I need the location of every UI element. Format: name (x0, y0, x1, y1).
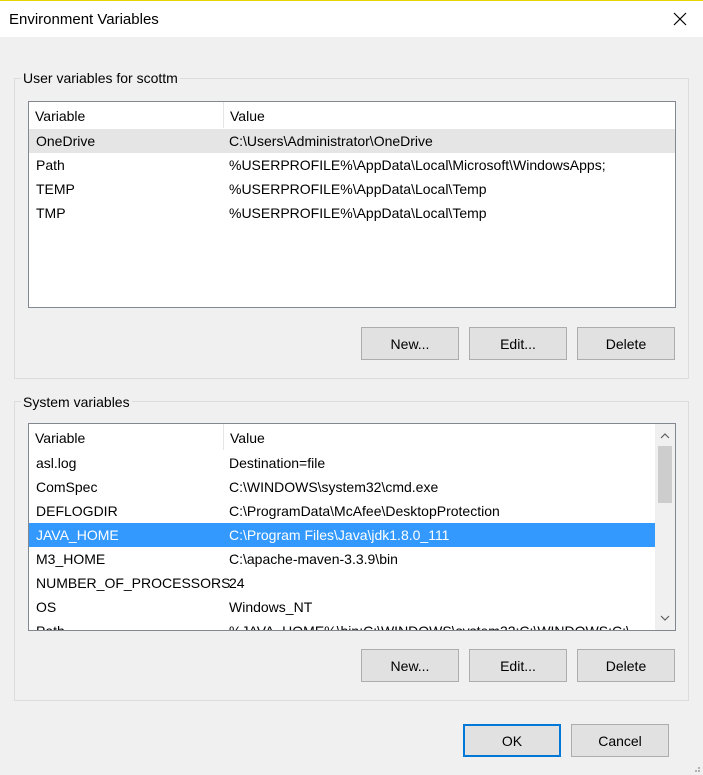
window-title: Environment Variables (9, 11, 159, 28)
table-row[interactable]: JAVA_HOME C:\Program Files\Java\jdk1.8.0_… (29, 523, 655, 547)
variable-value-cell: %USERPROFILE%\AppData\Local\Temp (229, 205, 487, 221)
user-edit-button[interactable]: Edit... (469, 327, 567, 360)
close-icon (673, 12, 687, 26)
table-row[interactable]: OS Windows_NT (29, 595, 655, 619)
user-list-rows: OneDrive C:\Users\Administrator\OneDrive P… (29, 129, 675, 225)
variable-value-cell: C:\ProgramData\McAfee\DesktopProtection (229, 503, 500, 519)
table-row[interactable]: TMP %USERPROFILE%\AppData\Local\Temp (29, 201, 675, 225)
user-variables-label: User variables for scottm (21, 70, 180, 86)
close-button[interactable] (657, 1, 703, 37)
system-list-rows: asl.log Destination=file ComSpec C:\WINDOWS… (29, 451, 655, 631)
variable-name-cell: Path (36, 623, 65, 631)
user-new-button[interactable]: New... (361, 327, 459, 360)
ok-button[interactable]: OK (463, 724, 561, 757)
column-header-variable[interactable]: Variable (29, 102, 224, 128)
variable-name-cell: JAVA_HOME (36, 527, 119, 543)
table-row[interactable]: Path %JAVA_HOME%\bin;C:\WINDOWS\system32;… (29, 619, 655, 631)
table-row[interactable]: DEFLOGDIR C:\ProgramData\McAfee\DesktopPr… (29, 499, 655, 523)
scroll-thumb[interactable] (658, 446, 672, 503)
variable-name-cell: ComSpec (36, 479, 98, 495)
resize-grip-icon[interactable] (691, 763, 701, 773)
variable-name-cell: TEMP (36, 181, 75, 197)
variable-name-cell: OneDrive (36, 133, 96, 149)
variable-value-cell: C:\apache-maven-3.3.9\bin (229, 551, 398, 567)
user-delete-button[interactable]: Delete (577, 327, 675, 360)
variable-value-cell: %USERPROFILE%\AppData\Local\Microsoft\Wi… (229, 157, 606, 173)
system-list-scrollbar[interactable] (655, 424, 675, 630)
user-variables-list[interactable]: Variable Value OneDrive C:\Users\Administ… (28, 101, 676, 308)
column-header-value[interactable]: Value (224, 102, 654, 128)
table-row[interactable]: Path %USERPROFILE%\AppData\Local\Microsof… (29, 153, 675, 177)
scroll-down-arrow[interactable] (655, 608, 675, 628)
variable-value-cell: C:\WINDOWS\system32\cmd.exe (229, 479, 439, 495)
table-row[interactable]: OneDrive C:\Users\Administrator\OneDrive (29, 129, 675, 153)
variable-value-cell: 24 (229, 575, 245, 591)
variable-value-cell: C:\Users\Administrator\OneDrive (229, 133, 433, 149)
system-list-header: Variable Value (29, 424, 657, 450)
table-row[interactable]: M3_HOME C:\apache-maven-3.3.9\bin (29, 547, 655, 571)
variable-value-cell: Destination=file (229, 455, 326, 471)
table-row[interactable]: ComSpec C:\WINDOWS\system32\cmd.exe (29, 475, 655, 499)
variable-name-cell: TMP (36, 205, 66, 221)
chevron-down-icon (660, 615, 670, 621)
title-bar[interactable]: Environment Variables (0, 1, 703, 37)
column-header-value[interactable]: Value (224, 424, 654, 450)
system-edit-button[interactable]: Edit... (469, 649, 567, 682)
variable-value-cell: Windows_NT (229, 599, 313, 615)
variable-name-cell: NUMBER_OF_PROCESSORS (36, 575, 231, 591)
system-variables-label: System variables (21, 394, 132, 410)
variable-value-cell: %JAVA_HOME%\bin;C:\WINDOWS\system32;C:\W… (229, 623, 630, 631)
variable-value-cell: %USERPROFILE%\AppData\Local\Temp (229, 181, 487, 197)
chevron-up-icon (660, 433, 670, 439)
column-header-variable[interactable]: Variable (29, 424, 224, 450)
variable-name-cell: M3_HOME (36, 551, 106, 567)
table-row[interactable]: NUMBER_OF_PROCESSORS 24 (29, 571, 655, 595)
table-row[interactable]: TEMP %USERPROFILE%\AppData\Local\Temp (29, 177, 675, 201)
variable-name-cell: asl.log (36, 455, 77, 471)
system-variables-list[interactable]: Variable Value asl.log Destination=file Co… (28, 423, 676, 631)
cancel-button[interactable]: Cancel (571, 724, 669, 757)
system-new-button[interactable]: New... (361, 649, 459, 682)
variable-name-cell: OS (36, 599, 57, 615)
variable-name-cell: DEFLOGDIR (36, 503, 118, 519)
variable-name-cell: Path (36, 157, 65, 173)
table-row[interactable]: asl.log Destination=file (29, 451, 655, 475)
system-delete-button[interactable]: Delete (577, 649, 675, 682)
user-list-header: Variable Value (29, 102, 675, 128)
variable-value-cell: C:\Program Files\Java\jdk1.8.0_111 (229, 527, 450, 543)
scroll-up-arrow[interactable] (655, 426, 675, 446)
